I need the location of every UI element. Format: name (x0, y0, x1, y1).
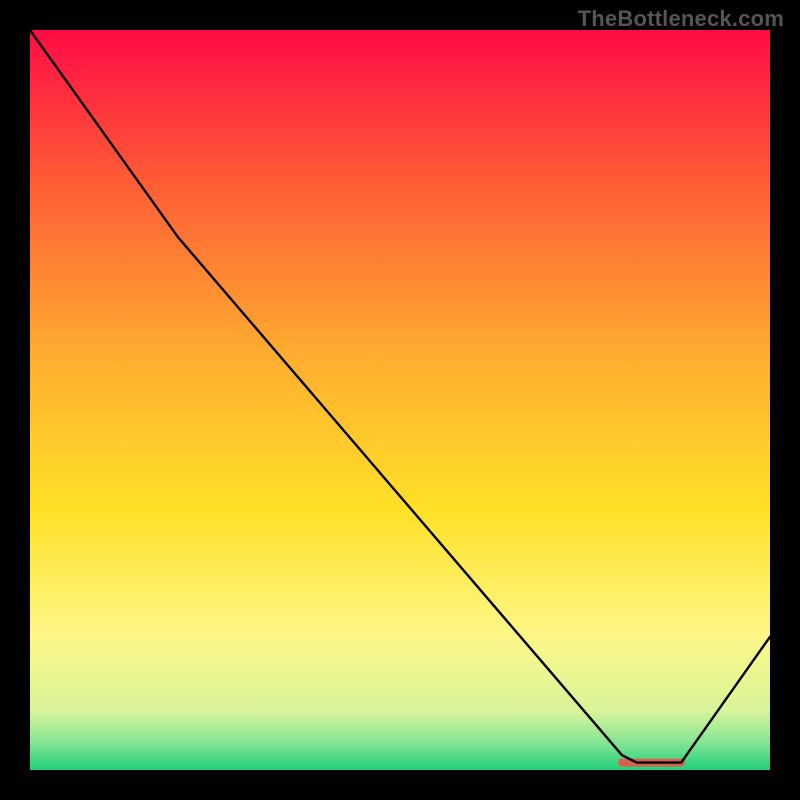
watermark-text: TheBottleneck.com (578, 6, 784, 32)
plot-background (30, 30, 770, 770)
plot-area (30, 30, 770, 770)
chart-stage: TheBottleneck.com (0, 0, 800, 800)
plot-svg (30, 30, 770, 770)
